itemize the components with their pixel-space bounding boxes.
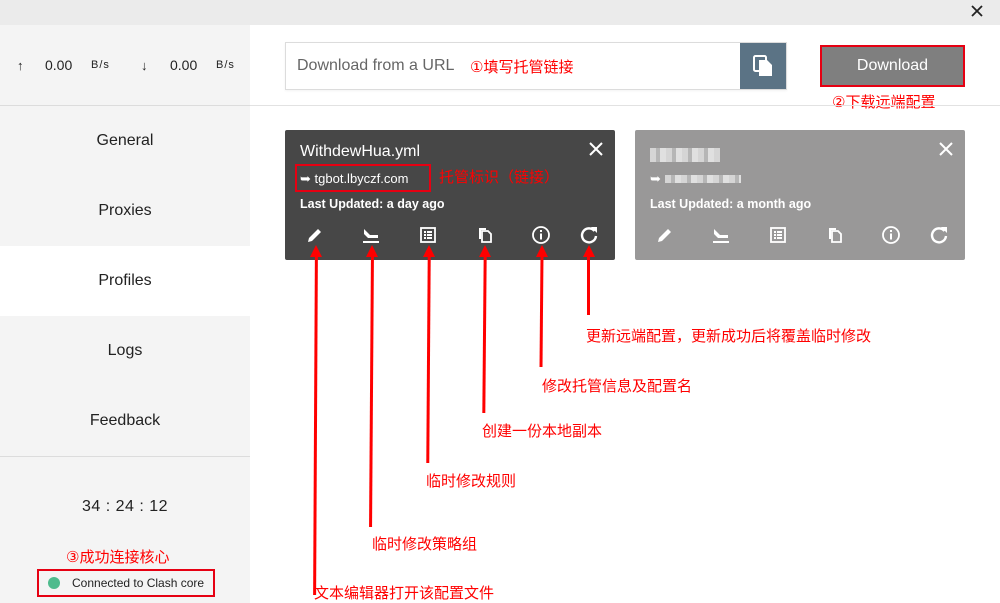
sidebar-item-general[interactable]: General (0, 106, 250, 176)
annotation-refresh: 更新远端配置，更新成功后将覆盖临时修改 (586, 328, 872, 345)
profile-url: ➥ (650, 171, 741, 187)
upload-unit: B/s (91, 59, 110, 71)
proxy-groups-button[interactable] (359, 223, 383, 247)
sidebar-item-profiles[interactable]: Profiles (0, 246, 250, 316)
annotation-download: ②下载远端配置 (832, 94, 936, 111)
rules-button[interactable] (416, 223, 440, 247)
annotation-arrow-refresh (587, 255, 590, 315)
refresh-button[interactable] (577, 223, 601, 247)
profile-last-updated: Last Updated: a day ago (300, 197, 445, 211)
info-button[interactable] (879, 223, 903, 247)
download-unit: B/s (216, 59, 235, 71)
profile-name: WithdewHua.yml (300, 143, 421, 160)
sidebar: ↑ 0.00 B/s ↓ 0.00 B/s General Proxies Pr… (0, 25, 250, 603)
edit-icon (308, 229, 321, 242)
sidebar-item-logs[interactable]: Logs (0, 316, 250, 386)
duplicate-icon (479, 228, 492, 243)
profile-name-redacted (650, 148, 720, 167)
sidebar-nav: General Proxies Profiles Logs Feedback (0, 106, 250, 456)
download-arrow-icon: ↓ (141, 57, 148, 73)
download-speed: 0.00 (170, 57, 198, 73)
paste-icon (753, 55, 772, 76)
annotation-arrow-duplicate (482, 254, 487, 414)
annotation-box-url (295, 164, 431, 192)
sidebar-item-proxies[interactable]: Proxies (0, 176, 250, 246)
close-icon (939, 142, 953, 156)
edit-icon (658, 229, 671, 242)
info-icon (882, 226, 900, 244)
info-button[interactable] (529, 223, 553, 247)
status-dot-icon (48, 577, 60, 589)
annotation-info: 修改托管信息及配置名 (542, 378, 693, 395)
close-icon (971, 5, 983, 17)
sidebar-item-feedback[interactable]: Feedback (0, 386, 250, 456)
profile-card-inactive[interactable]: ➥ Last Updated: a month ago (635, 130, 965, 260)
edit-button[interactable] (303, 223, 327, 247)
uptime-timer: 34 : 24 : 12 (81, 498, 169, 515)
proxy-groups-icon (713, 229, 729, 243)
main-content: ①填写托管链接 Download ②下载远端配置 WithdewHua.yml … (250, 25, 1000, 603)
profile-card-active[interactable]: WithdewHua.yml ➥ tgbot.lbyczf.com Last U… (285, 130, 615, 260)
annotation-connected: ③成功连接核心 (66, 549, 170, 566)
annotation-proxy-groups: 临时修改策略组 (372, 536, 478, 553)
upload-arrow-icon: ↑ (17, 57, 24, 73)
annotation-arrow-rules (426, 254, 431, 464)
paste-button[interactable] (740, 43, 786, 89)
rules-icon (420, 227, 436, 243)
duplicate-icon (829, 228, 842, 243)
rules-button[interactable] (766, 223, 790, 247)
annotation-edit: 文本编辑器打开该配置文件 (314, 585, 495, 602)
download-button[interactable]: Download (820, 45, 965, 87)
profile-delete-button[interactable] (939, 140, 953, 161)
annotation-rules: 临时修改规则 (426, 473, 517, 490)
profile-delete-button[interactable] (589, 140, 603, 161)
title-bar (0, 0, 1000, 25)
profile-last-updated: Last Updated: a month ago (650, 197, 812, 211)
divider (0, 456, 250, 457)
proxy-groups-button[interactable] (709, 223, 733, 247)
annotation-arrow-info (539, 254, 544, 368)
redacted-text (650, 148, 720, 162)
window-close-button[interactable] (968, 3, 986, 21)
profile-actions (635, 223, 965, 247)
rules-icon (770, 227, 786, 243)
divider (250, 105, 1000, 106)
traffic-stats: ↑ 0.00 B/s ↓ 0.00 B/s (0, 25, 250, 105)
profile-actions (285, 223, 615, 247)
refresh-icon (580, 227, 598, 244)
connection-status: Connected to Clash core (37, 569, 215, 597)
upload-speed: 0.00 (45, 57, 73, 73)
nav-group-bottom: Logs Feedback (0, 316, 250, 456)
annotation-arrow-edit (313, 254, 318, 596)
duplicate-button[interactable] (823, 223, 847, 247)
close-icon (589, 142, 603, 156)
edit-button[interactable] (653, 223, 677, 247)
annotation-hosted-id: 托管标识（链接） (439, 169, 560, 186)
annotation-arrow-proxy-groups (369, 254, 374, 528)
redacted-text (664, 175, 741, 183)
refresh-icon (930, 227, 948, 244)
refresh-button[interactable] (927, 223, 951, 247)
nav-group-top: General Proxies (0, 106, 250, 246)
status-text: Connected to Clash core (72, 576, 205, 590)
duplicate-button[interactable] (473, 223, 497, 247)
link-arrow-icon: ➥ (650, 171, 661, 186)
info-icon (532, 226, 550, 244)
proxy-groups-icon (363, 229, 379, 243)
annotation-duplicate: 创建一份本地副本 (482, 423, 603, 440)
annotation-fill-url: ①填写托管链接 (470, 59, 574, 76)
